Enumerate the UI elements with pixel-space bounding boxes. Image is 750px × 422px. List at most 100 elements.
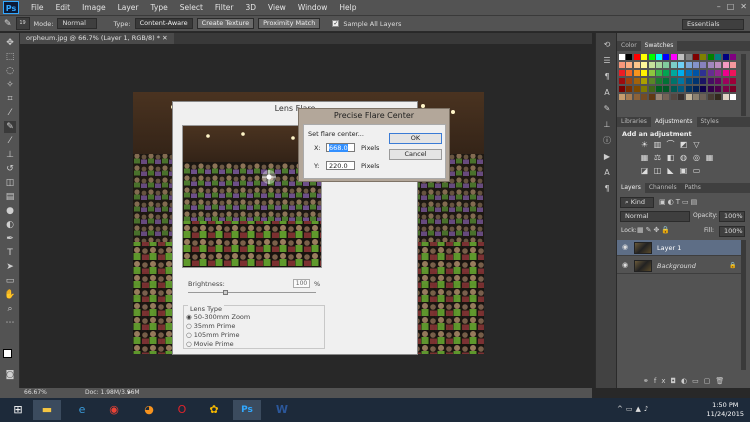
layer-row-layer-1[interactable]: ◉ Layer 1 xyxy=(617,240,741,256)
color-swatch[interactable] xyxy=(663,62,670,68)
color-swatch[interactable] xyxy=(656,94,662,100)
color-swatch[interactable] xyxy=(663,78,670,84)
workspace-select[interactable]: Essentials xyxy=(682,19,744,30)
menu-filter[interactable]: Filter xyxy=(209,3,240,12)
internet-explorer-icon[interactable]: e xyxy=(68,400,96,420)
color-swatch[interactable] xyxy=(693,86,699,92)
color-swatch[interactable] xyxy=(722,94,729,100)
color-swatch[interactable] xyxy=(707,94,714,100)
color-swatch[interactable] xyxy=(656,62,662,68)
color-swatch[interactable] xyxy=(700,70,707,76)
visibility-eye-icon[interactable]: ◉ xyxy=(622,261,628,269)
layer-filter-icons[interactable]: ▣◐T▭▤ xyxy=(659,198,699,206)
color-swatch[interactable] xyxy=(626,62,633,68)
sample-all-layers-checkbox[interactable]: ✓ xyxy=(332,20,340,27)
menu-layer[interactable]: Layer xyxy=(112,3,145,12)
lock-icons[interactable]: ▦✎✥🔒 xyxy=(637,226,672,234)
properties-panel-icon[interactable]: ☰ xyxy=(601,55,613,67)
color-swatch[interactable] xyxy=(700,86,707,92)
color-swatch[interactable] xyxy=(670,62,677,68)
color-swatch[interactable] xyxy=(685,70,692,76)
color-swatch[interactable] xyxy=(633,62,640,68)
color-swatch[interactable] xyxy=(678,70,685,76)
menu-help[interactable]: Help xyxy=(333,3,362,12)
color-swatch[interactable] xyxy=(707,86,714,92)
tab-channels[interactable]: Channels xyxy=(645,183,681,193)
gradient-tool-icon[interactable]: ▤ xyxy=(4,191,16,203)
blend-mode-select[interactable]: Normal xyxy=(620,211,690,222)
crop-tool-icon[interactable]: ⌗ xyxy=(4,93,16,105)
color-swatch[interactable] xyxy=(685,78,692,84)
selective-color-icon[interactable]: ▣ xyxy=(679,166,688,175)
menu-select[interactable]: Select xyxy=(174,3,209,12)
color-swatch[interactable] xyxy=(700,62,707,68)
y-input[interactable]: 220.0 xyxy=(326,161,355,170)
layer-row-background[interactable]: ◉ Background 🔒 xyxy=(617,258,741,274)
tab-swatches[interactable]: Swatches xyxy=(640,41,678,51)
group-icon[interactable]: ▭ xyxy=(692,377,704,385)
color-swatch[interactable] xyxy=(641,78,648,84)
lens-option-35mm[interactable]: ○ 35mm Prime xyxy=(186,322,235,330)
color-swatch[interactable] xyxy=(670,78,677,84)
color-swatch[interactable] xyxy=(648,54,655,60)
tab-layers[interactable]: Layers xyxy=(617,183,645,193)
word-taskbar-icon[interactable]: W xyxy=(268,400,296,420)
color-swatch[interactable] xyxy=(722,78,729,84)
color-swatch[interactable] xyxy=(648,78,655,84)
color-swatch[interactable] xyxy=(678,78,685,84)
color-swatch[interactable] xyxy=(633,94,640,100)
ok-button[interactable]: OK xyxy=(389,133,442,144)
volume-icon[interactable]: ♪ xyxy=(644,405,651,413)
layer-style-icon[interactable]: fx xyxy=(654,377,671,385)
history-brush-tool-icon[interactable]: ↺ xyxy=(4,163,16,175)
document-tab[interactable]: orpheum.jpg @ 66.7% (Layer 1, RGB/8) * ✕ xyxy=(20,33,174,44)
color-swatch[interactable] xyxy=(715,78,722,84)
posterize-icon[interactable]: ◫ xyxy=(653,166,662,175)
color-swatch[interactable] xyxy=(730,62,736,68)
tab-styles[interactable]: Styles xyxy=(697,117,723,127)
quick-select-tool-icon[interactable]: ✧ xyxy=(4,79,16,91)
history-panel-icon[interactable]: ⟲ xyxy=(601,39,613,51)
menu-window[interactable]: Window xyxy=(292,3,334,12)
hand-tool-icon[interactable]: ✋ xyxy=(4,289,16,301)
color-swatch[interactable] xyxy=(722,62,729,68)
path-select-tool-icon[interactable]: ➤ xyxy=(4,261,16,273)
adjustment-layer-icon[interactable]: ◐ xyxy=(681,377,692,385)
menu-type[interactable]: Type xyxy=(145,3,174,12)
lens-option-zoom[interactable]: ◉ 50-300mm Zoom xyxy=(186,313,250,321)
cancel-button[interactable]: Cancel xyxy=(389,149,442,160)
close-icon[interactable]: ✕ xyxy=(740,2,747,11)
create-texture-button[interactable]: Create Texture xyxy=(196,18,255,29)
color-swatch[interactable] xyxy=(656,54,662,60)
color-swatch[interactable] xyxy=(656,70,662,76)
color-swatch[interactable] xyxy=(670,70,677,76)
status-menu-arrow-icon[interactable]: ▸ xyxy=(128,388,131,398)
zoom-level[interactable]: 66.67% xyxy=(24,388,47,398)
color-swatch[interactable] xyxy=(626,78,633,84)
color-swatch[interactable] xyxy=(626,94,633,100)
color-swatch[interactable] xyxy=(663,70,670,76)
color-swatch[interactable] xyxy=(707,62,714,68)
windows-start-icon[interactable]: ⊞ xyxy=(4,400,32,420)
rectangle-tool-icon[interactable]: ▭ xyxy=(4,275,16,287)
color-swatch[interactable] xyxy=(730,54,736,60)
lens-option-105mm[interactable]: ○ 105mm Prime xyxy=(186,331,240,339)
color-swatch[interactable] xyxy=(670,86,677,92)
color-swatch[interactable] xyxy=(678,62,685,68)
info-panel-icon[interactable]: ⓘ xyxy=(601,135,613,147)
invert-icon[interactable]: ◪ xyxy=(640,166,649,175)
color-swatch[interactable] xyxy=(641,54,648,60)
lens-option-movie[interactable]: ○ Movie Prime xyxy=(186,340,234,348)
color-swatch[interactable] xyxy=(619,86,625,92)
color-swatch[interactable] xyxy=(641,70,648,76)
color-swatch[interactable] xyxy=(678,54,685,60)
vibrance-icon[interactable]: ▽ xyxy=(692,140,701,149)
proximity-match-button[interactable]: Proximity Match xyxy=(258,18,321,29)
actions-panel-icon[interactable]: ▶ xyxy=(601,151,613,163)
photo-filter-icon[interactable]: ◍ xyxy=(679,153,688,162)
move-tool-icon[interactable]: ✥ xyxy=(4,37,16,49)
chrome-icon[interactable]: ◉ xyxy=(100,400,128,420)
paragraph-panel-icon[interactable]: ¶ xyxy=(601,71,613,83)
more-tools-icon[interactable]: ⋯ xyxy=(4,317,16,329)
brush-panel-icon[interactable]: ✎ xyxy=(601,103,613,115)
